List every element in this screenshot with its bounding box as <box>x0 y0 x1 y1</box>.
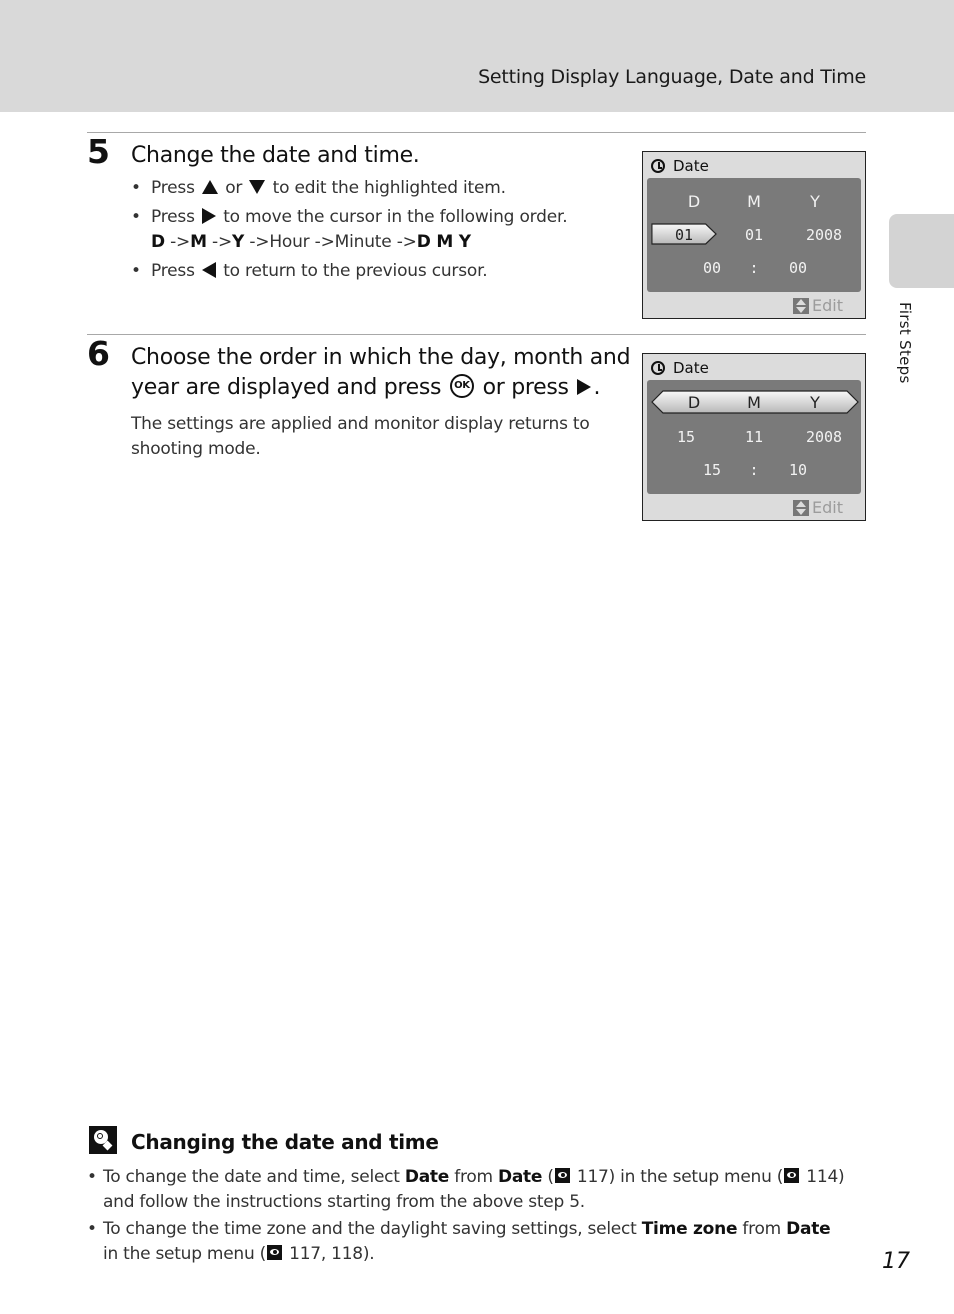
text: -> <box>206 232 233 252</box>
section-title: Setting Display Language, Date and Time <box>478 66 866 88</box>
year-value: 2008 <box>805 226 843 244</box>
page-number: 17 <box>882 1249 910 1274</box>
page-reference-icon <box>784 1168 800 1183</box>
bullet-item: • Press to move the cursor in the follow… <box>131 207 568 252</box>
menu-item-ref: Date <box>404 1167 450 1187</box>
text: 117, 118). <box>284 1243 375 1264</box>
menu-ref: Date <box>786 1219 831 1239</box>
text: Choose the order in which the day, month… <box>131 345 631 370</box>
text: in the setup menu ( <box>103 1243 267 1264</box>
edit-hint: Edit <box>793 296 843 315</box>
header-y: Y <box>810 393 820 412</box>
text: -> <box>164 232 191 252</box>
header-y: Y <box>810 192 820 211</box>
right-arrow-icon <box>201 207 216 224</box>
clock-icon <box>651 159 665 173</box>
screen-title: Date <box>673 157 709 175</box>
seq-y: Y <box>232 232 245 252</box>
tip-list: • To change the date and time, select Dat… <box>87 1165 847 1269</box>
text: 117) in the setup menu ( <box>571 1167 784 1187</box>
side-tab <box>889 214 954 288</box>
text: from <box>737 1219 787 1239</box>
step-title: Choose the order in which the day, month… <box>131 345 631 400</box>
step-number: 5 <box>87 132 110 171</box>
text: to move the cursor in the following orde… <box>223 207 568 227</box>
edit-hint: Edit <box>793 498 843 517</box>
divider <box>87 132 866 133</box>
text: from <box>449 1167 498 1187</box>
text: To change the date and time, select <box>103 1167 405 1187</box>
tip-lightbulb-icon <box>89 1126 117 1154</box>
text: or <box>225 178 243 198</box>
time-separator: : <box>749 461 759 479</box>
right-arrow-icon <box>577 378 592 395</box>
tip-item: • To change the time zone and the dayligh… <box>87 1219 831 1264</box>
left-arrow-icon <box>201 261 216 278</box>
year-value: 2008 <box>805 428 843 446</box>
minute-value: 10 <box>788 461 808 479</box>
text: to return to the previous cursor. <box>223 261 488 281</box>
ok-button-icon: OK <box>449 374 474 398</box>
bullet-item: • Press or to edit the highlighted item. <box>131 178 506 198</box>
clock-icon <box>651 361 665 375</box>
step-title: Change the date and time. <box>131 143 420 168</box>
camera-screen-date-edit: Date D M Y 01 01 2008 00 : 00 Edit <box>642 151 866 319</box>
text: year are displayed and press <box>131 375 442 400</box>
down-arrow-icon <box>249 179 266 194</box>
date-panel: D M Y 01 01 2008 00 : 00 <box>647 178 861 292</box>
text: ( <box>542 1167 554 1187</box>
step-number: 6 <box>87 334 110 373</box>
edit-label: Edit <box>812 498 843 517</box>
screen-title: Date <box>673 359 709 377</box>
time-separator: : <box>749 259 759 277</box>
camera-screen-date-order: Date D M Y 15 11 2008 15 : 10 Edit <box>642 353 866 521</box>
up-arrow-icon <box>201 179 218 194</box>
tip-title: Changing the date and time <box>131 1130 439 1154</box>
month-value: 11 <box>744 428 764 446</box>
text: ->Hour ->Minute -> <box>244 232 417 252</box>
text: Press <box>151 178 195 198</box>
text: Press <box>151 261 195 281</box>
seq-m: M <box>190 232 207 252</box>
header-m: M <box>747 192 761 211</box>
step-body: The settings are applied and monitor dis… <box>131 414 590 459</box>
date-panel: D M Y 15 11 2008 15 : 10 <box>647 380 861 494</box>
text: To change the time zone and the daylight… <box>103 1219 642 1239</box>
tip-item: • To change the date and time, select Dat… <box>87 1167 845 1212</box>
bullet-item: • Press to return to the previous cursor… <box>131 261 488 281</box>
header-band: Setting Display Language, Date and Time <box>0 0 954 112</box>
day-value: 15 <box>676 428 696 446</box>
text: to edit the highlighted item. <box>272 178 506 198</box>
menu-ref: Date <box>497 1167 543 1187</box>
side-tab-label: First Steps <box>896 302 914 384</box>
step-bullets: • Press or to edit the highlighted item.… <box>131 176 568 288</box>
month-value: 01 <box>744 226 764 244</box>
page-reference-icon <box>267 1244 283 1260</box>
minute-value: 00 <box>788 259 808 277</box>
up-down-icon <box>793 499 810 516</box>
seq-dmy: D M Y <box>416 232 471 252</box>
header-d: D <box>687 192 701 211</box>
screen-header: Date <box>651 157 709 175</box>
divider <box>87 334 866 335</box>
seq-d: D <box>151 232 165 252</box>
menu-item-ref: Time zone <box>641 1219 738 1239</box>
text: Press <box>151 207 195 227</box>
text: or press <box>482 375 569 400</box>
page-reference-icon <box>554 1168 570 1183</box>
screen-header: Date <box>651 359 709 377</box>
day-value: 01 <box>674 226 694 244</box>
up-down-icon <box>793 297 810 314</box>
header-m: M <box>747 393 761 412</box>
header-d: D <box>687 393 701 412</box>
edit-label: Edit <box>812 296 843 315</box>
